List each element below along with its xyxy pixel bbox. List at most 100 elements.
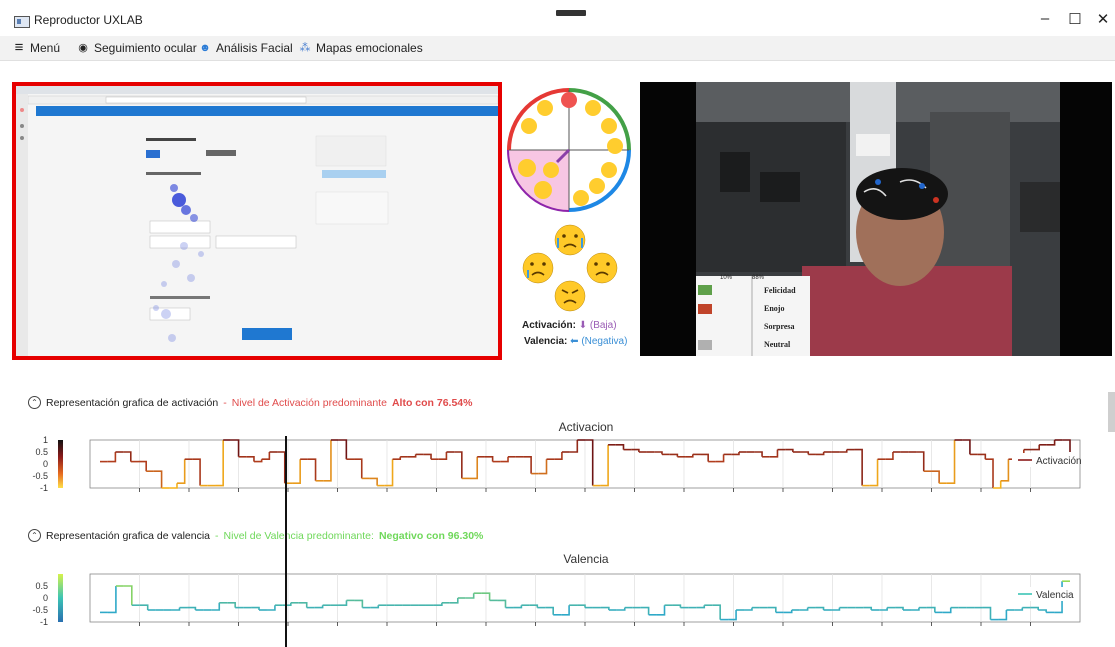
title-bar: Reproductor UXLAB – ☐ ✕: [0, 0, 1115, 36]
series-segment: [1046, 440, 1056, 446]
series-segment: [314, 605, 324, 609]
overlay-header-2: 88%: [752, 275, 765, 281]
series-segment: [577, 604, 586, 608]
menu-item-menu[interactable]: ≡ Menú: [12, 39, 60, 56]
activation-header: ⌃ Representación grafica de activación -…: [28, 396, 472, 409]
series-segment: [1000, 459, 1010, 482]
emotion-label-anger: Enojo: [764, 304, 785, 313]
arrow-down-icon: ⬇: [578, 320, 588, 331]
maximize-button[interactable]: ☐: [1060, 10, 1090, 28]
series-segment: [277, 451, 286, 484]
series-segment: [246, 456, 255, 462]
valence-header: ⌃ Representación grafica de valencia - N…: [28, 529, 483, 542]
heatmap-icon: ⁂: [299, 42, 311, 54]
series-segment: [153, 470, 163, 488]
screen-recording[interactable]: [12, 82, 502, 360]
webcam-image: [640, 82, 1112, 356]
series-segment: [230, 439, 240, 457]
emotion-label-neutral: Neutral: [764, 340, 791, 349]
series-segment: [338, 600, 348, 606]
drag-handle[interactable]: [556, 10, 586, 16]
menu-item-eye-tracking[interactable]: ◉ Seguimiento ocular: [76, 41, 197, 55]
series-segment: [700, 453, 709, 462]
series-segment: [985, 458, 994, 488]
color-bar: [58, 574, 63, 622]
minimize-button[interactable]: –: [1030, 10, 1060, 27]
webcam-feed[interactable]: 10% 88% Felicidad Enojo Sorpresa Neutral: [640, 82, 1112, 356]
series-segment: [449, 598, 459, 604]
series-segment: [298, 602, 308, 608]
series-segment: [815, 606, 825, 610]
series-segment: [654, 451, 663, 455]
color-bar: [58, 440, 63, 488]
hamburger-icon: ≡: [14, 39, 24, 56]
series-segment: [631, 448, 640, 452]
series-segment: [895, 606, 904, 610]
series-segment: [454, 451, 463, 479]
series-segment: [123, 451, 132, 462]
series-segment: [227, 602, 236, 608]
series-segment: [107, 452, 117, 463]
series-segment: [640, 606, 650, 615]
series-segment: [712, 604, 721, 620]
series-segment: [731, 452, 740, 456]
series-segment: [139, 604, 149, 610]
series-segment: [783, 610, 793, 614]
series-segment: [946, 440, 956, 484]
series-segment: [545, 606, 554, 615]
series-segment: [785, 448, 794, 452]
series-segment: [744, 607, 753, 611]
series-segment: [942, 607, 952, 614]
series-segment: [1030, 606, 1039, 610]
series-segment: [215, 440, 224, 487]
series-segment: [423, 453, 432, 460]
series-segment: [998, 610, 1008, 621]
emotion-wheel: [505, 86, 633, 216]
series-segment: [962, 439, 971, 455]
series-segment: [354, 458, 363, 479]
playback-cursor[interactable]: [285, 436, 287, 647]
close-button[interactable]: ✕: [1088, 10, 1115, 28]
emotion-label-happiness: Felicidad: [764, 286, 796, 295]
series-segment: [669, 453, 679, 457]
activation-legend: Activación: ⬇ (Baja): [522, 320, 617, 331]
scrollbar-thumb[interactable]: [1108, 392, 1115, 432]
legend-label: Activación: [1036, 456, 1082, 467]
series-segment: [251, 606, 260, 610]
series-segment: [384, 459, 394, 487]
menu-item-facial-analysis[interactable]: ☻ Análisis Facial: [198, 41, 293, 55]
series-segment: [253, 459, 263, 463]
y-tick-label: -1: [40, 617, 48, 627]
app-icon: [14, 16, 30, 28]
series-segment: [769, 449, 779, 458]
valence-chart: 0.5 0 -0.5 -1 Valencia: [32, 573, 1081, 627]
series-segment: [885, 452, 894, 460]
series-segment: [754, 451, 763, 457]
menu-item-emotion-maps[interactable]: ⁂ Mapas emocionales: [298, 41, 423, 55]
series-segment: [497, 599, 507, 608]
series-segment: [767, 606, 777, 613]
series-segment: [839, 449, 848, 453]
series-segment: [469, 456, 479, 480]
legend-label: Valencia: [1036, 590, 1074, 601]
series-segment: [910, 607, 920, 611]
series-segment: [815, 452, 825, 456]
face-icon: ☻: [199, 42, 211, 54]
collapse-icon[interactable]: ⌃: [28, 529, 41, 542]
series-segment: [799, 607, 809, 611]
y-tick-label: -0.5: [32, 605, 48, 615]
emotion-label-surprise: Sorpresa: [764, 322, 795, 331]
series-segment: [600, 606, 610, 610]
series-segment: [715, 454, 725, 463]
series-segment: [1062, 439, 1071, 452]
series-segment: [554, 452, 563, 460]
series-segment: [696, 605, 706, 609]
series-segment: [407, 454, 417, 458]
valence-chart-title: Valencia: [563, 552, 609, 566]
series-segment: [538, 459, 548, 475]
series-segment: [523, 456, 532, 474]
series-segment: [307, 458, 317, 481]
series-segment: [926, 606, 936, 613]
series-segment: [800, 451, 810, 455]
collapse-icon[interactable]: ⌃: [28, 396, 41, 409]
